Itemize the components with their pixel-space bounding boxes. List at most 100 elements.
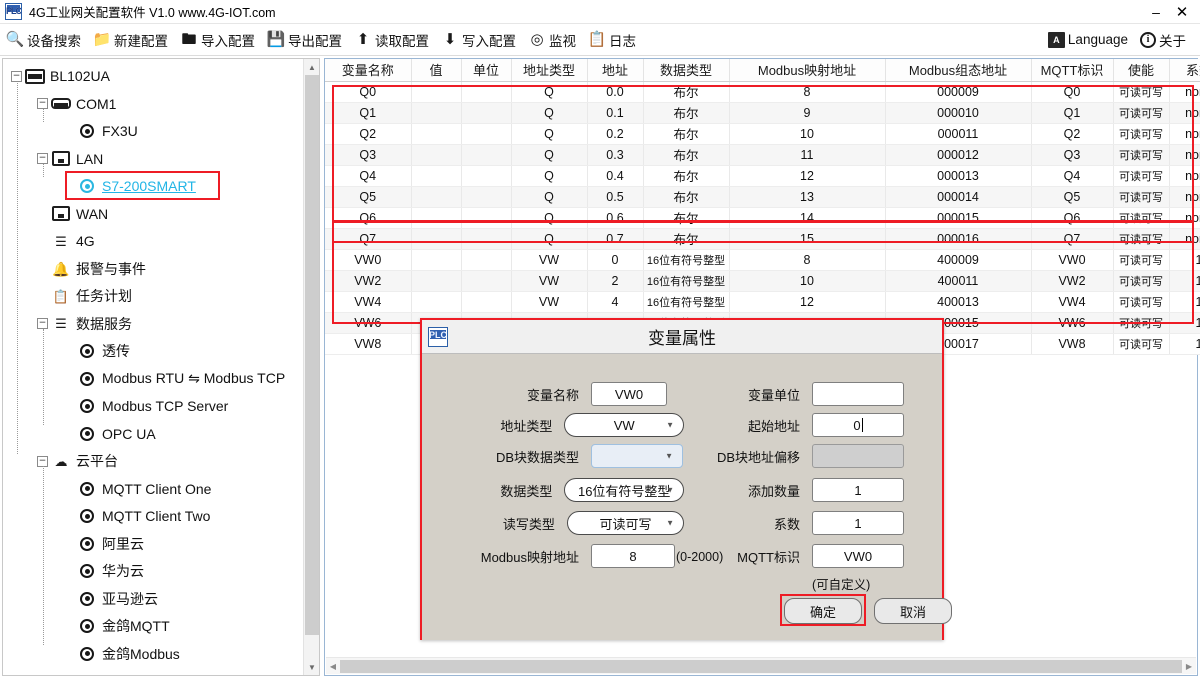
toolbar-write-config[interactable]: ⬇ 写入配置	[435, 25, 522, 55]
table-column-header[interactable]: MQTT标识	[1031, 59, 1114, 82]
add-count-input[interactable]: 1	[812, 478, 904, 502]
table-cell[interactable]	[411, 270, 462, 292]
tree-item-[interactable]: 🔔 报警与事件	[37, 258, 146, 280]
table-cell[interactable]: Q	[511, 165, 588, 187]
table-cell[interactable]: 可读可写	[1113, 81, 1170, 103]
close-button[interactable]: ✕	[1170, 0, 1200, 24]
table-cell[interactable]: 16位有符号整型	[643, 270, 730, 292]
table-cell[interactable]: 11	[729, 144, 886, 166]
table-cell[interactable]: VW4	[1031, 291, 1114, 313]
table-cell[interactable]: 8	[729, 249, 886, 271]
table-cell[interactable]: 000011	[885, 123, 1032, 145]
toolbar-import-config[interactable]: 🖿 导入配置	[174, 25, 261, 55]
tree-item-wan[interactable]: WAN	[37, 203, 108, 225]
table-cell[interactable]: Q7	[325, 228, 412, 250]
table-cell[interactable]: Q	[511, 228, 588, 250]
cancel-button[interactable]: 取消	[874, 598, 952, 624]
tree-item-s7-200smart[interactable]: S7-200SMART	[63, 175, 196, 197]
toolbar-new-config[interactable]: 📁 新建配置	[87, 25, 174, 55]
table-cell[interactable]: Q6	[1031, 207, 1114, 229]
table-cell[interactable]	[461, 123, 512, 145]
table-cell[interactable]: 000015	[885, 207, 1032, 229]
table-cell[interactable]: 可读可写	[1113, 333, 1170, 355]
table-cell[interactable]	[461, 207, 512, 229]
table-cell[interactable]: VW6	[1031, 312, 1114, 334]
table-cell[interactable]	[411, 123, 462, 145]
rw-type-select[interactable]: 可读可写 ▼	[566, 511, 684, 535]
var-name-input[interactable]: VW0	[591, 382, 667, 406]
table-cell[interactable]: 000010	[885, 102, 1032, 124]
scroll-down-arrow-icon[interactable]: ▼	[304, 659, 319, 675]
table-cell[interactable]: Q3	[325, 144, 412, 166]
table-cell[interactable]: 可读可写	[1113, 291, 1170, 313]
tree-item-mqtt-client-one[interactable]: MQTT Client One	[63, 478, 211, 500]
table-row[interactable]: VW0VW016位有符号整型8400009VW0可读可写1	[325, 249, 1200, 271]
table-cell[interactable]: Q5	[325, 186, 412, 208]
tree-item-mqtt[interactable]: 金鸽MQTT	[63, 615, 170, 637]
table-cell[interactable]: none	[1169, 123, 1200, 145]
table-cell[interactable]: none	[1169, 165, 1200, 187]
scroll-right-arrow-icon[interactable]: ▶	[1182, 662, 1196, 671]
table-cell[interactable]: 0.0	[587, 81, 644, 103]
table-cell[interactable]: 布尔	[643, 186, 730, 208]
table-cell[interactable]: 可读可写	[1113, 228, 1170, 250]
tree-item-com1[interactable]: − COM1	[37, 93, 116, 115]
tree-collapse-icon[interactable]: −	[37, 153, 48, 164]
table-row[interactable]: Q2Q0.2布尔10000011Q2可读可写none	[325, 123, 1200, 145]
table-cell[interactable]: 可读可写	[1113, 207, 1170, 229]
tree-item-modbus-tcp-server[interactable]: Modbus TCP Server	[63, 395, 228, 417]
table-cell[interactable]: Q7	[1031, 228, 1114, 250]
table-cell[interactable]: 12	[729, 291, 886, 313]
table-cell[interactable]: none	[1169, 186, 1200, 208]
minimize-button[interactable]: –	[1142, 0, 1170, 24]
table-cell[interactable]: none	[1169, 228, 1200, 250]
table-column-header[interactable]: 系数	[1169, 59, 1200, 82]
table-cell[interactable]: VW0	[1031, 249, 1114, 271]
table-row[interactable]: Q3Q0.3布尔11000012Q3可读可写none	[325, 144, 1200, 166]
toolbar-language[interactable]: A Language	[1042, 25, 1134, 55]
tree-item-bl102ua[interactable]: − BL102UA	[11, 65, 110, 87]
tree-item-[interactable]: 📋 任务计划	[37, 285, 132, 307]
table-cell[interactable]: 0.4	[587, 165, 644, 187]
table-column-header[interactable]: 地址类型	[511, 59, 588, 82]
table-cell[interactable]: 14	[729, 207, 886, 229]
tree-item-[interactable]: 华为云	[63, 560, 144, 582]
table-cell[interactable]: 1	[1169, 291, 1200, 313]
table-cell[interactable]: 0	[587, 249, 644, 271]
toolbar-read-config[interactable]: ⬆ 读取配置	[348, 25, 435, 55]
table-cell[interactable]: VW2	[1031, 270, 1114, 292]
table-cell[interactable]: 000012	[885, 144, 1032, 166]
table-cell[interactable]: VW	[511, 249, 588, 271]
table-cell[interactable]: Q0	[1031, 81, 1114, 103]
tree-collapse-icon[interactable]: −	[37, 318, 48, 329]
table-cell[interactable]	[411, 207, 462, 229]
table-cell[interactable]: Q	[511, 144, 588, 166]
table-cell[interactable]: Q	[511, 207, 588, 229]
table-row[interactable]: Q7Q0.7布尔15000016Q7可读可写none	[325, 228, 1200, 250]
table-cell[interactable]	[461, 81, 512, 103]
table-column-header[interactable]: 单位	[461, 59, 512, 82]
table-cell[interactable]: VW0	[325, 249, 412, 271]
table-cell[interactable]: 8	[729, 81, 886, 103]
table-cell[interactable]: 000014	[885, 186, 1032, 208]
table-cell[interactable]: 10	[729, 123, 886, 145]
table-cell[interactable]: VW	[511, 291, 588, 313]
table-column-header[interactable]: 使能	[1113, 59, 1170, 82]
table-cell[interactable]	[411, 186, 462, 208]
table-cell[interactable]: 1	[1169, 270, 1200, 292]
table-cell[interactable]: 可读可写	[1113, 249, 1170, 271]
start-addr-input[interactable]: 0	[812, 413, 904, 437]
table-column-header[interactable]: 变量名称	[325, 59, 412, 82]
toolbar-monitor[interactable]: ◎ 监视	[522, 25, 582, 55]
tree-item-fx3u[interactable]: FX3U	[63, 120, 138, 142]
table-cell[interactable]: 布尔	[643, 123, 730, 145]
table-cell[interactable]: 布尔	[643, 207, 730, 229]
table-cell[interactable]: VW8	[1031, 333, 1114, 355]
table-cell[interactable]	[461, 249, 512, 271]
toolbar-export-config[interactable]: 💾 导出配置	[261, 25, 348, 55]
table-cell[interactable]	[411, 102, 462, 124]
table-column-header[interactable]: 数据类型	[643, 59, 730, 82]
table-column-header[interactable]: 值	[411, 59, 462, 82]
tree-item-lan[interactable]: − LAN	[37, 148, 103, 170]
tree-item-modbus-rtu-modbus-tcp[interactable]: Modbus RTU ⇋ Modbus TCP	[63, 368, 285, 390]
